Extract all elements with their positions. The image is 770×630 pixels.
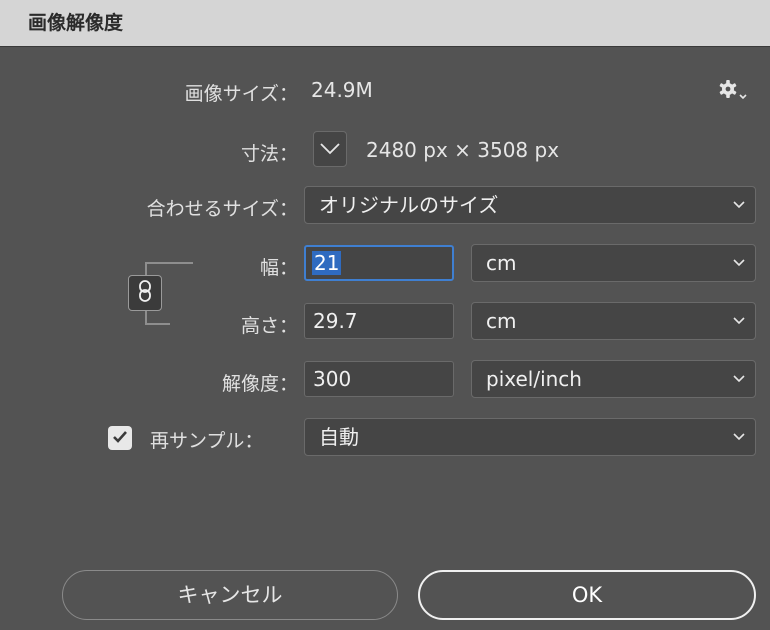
image-size-value: 24.9M: [311, 78, 373, 102]
chevron-down-icon: [731, 361, 747, 397]
chevron-down-icon: [731, 303, 747, 339]
fit-to-value: オリジナルのサイズ: [319, 193, 499, 217]
resample-checkbox[interactable]: [108, 426, 132, 450]
resample-value: 自動: [319, 425, 359, 449]
link-bracket-top: [145, 262, 193, 264]
width-label: 幅：: [259, 257, 298, 279]
checkmark-icon: [112, 429, 128, 448]
chevron-down-icon: [731, 419, 747, 455]
cancel-button[interactable]: キャンセル: [62, 570, 398, 620]
link-bracket-top-vertical: [145, 262, 147, 275]
link-icon: [138, 280, 152, 306]
link-bracket-bottom: [145, 323, 170, 325]
chevron-down-icon: [731, 245, 747, 281]
width-unit-select[interactable]: cm: [471, 244, 756, 282]
resample-label: 再サンプル：: [150, 430, 264, 452]
dimensions-label: 寸法：: [240, 143, 298, 165]
constrain-proportions-button[interactable]: [128, 275, 162, 311]
dimensions-value: 2480 px × 3508 px: [366, 138, 560, 162]
resolution-unit-select[interactable]: pixel/inch: [471, 360, 756, 398]
width-value: 21: [312, 251, 342, 275]
resample-select[interactable]: 自動: [304, 418, 756, 456]
gear-icon[interactable]: [716, 78, 750, 102]
width-input[interactable]: 21: [304, 245, 454, 281]
height-label: 高さ：: [240, 315, 298, 337]
resolution-label: 解像度：: [221, 373, 298, 395]
fit-to-select[interactable]: オリジナルのサイズ: [304, 186, 756, 224]
chevron-down-icon: [320, 140, 340, 159]
resolution-input[interactable]: 300: [304, 361, 454, 397]
height-unit-value: cm: [486, 309, 517, 333]
width-unit-value: cm: [486, 251, 517, 275]
title-bar: 画像解像度: [0, 0, 770, 47]
image-size-label: 画像サイズ：: [184, 83, 298, 105]
height-value: 29.7: [313, 309, 358, 333]
resolution-unit-value: pixel/inch: [486, 367, 582, 391]
ok-button[interactable]: OK: [418, 570, 756, 620]
dimensions-toggle[interactable]: [313, 131, 347, 167]
height-unit-select[interactable]: cm: [471, 302, 756, 340]
dialog-title: 画像解像度: [28, 12, 124, 34]
chevron-down-icon: [731, 187, 747, 223]
fit-to-label: 合わせるサイズ：: [146, 198, 298, 220]
height-input[interactable]: 29.7: [304, 303, 454, 339]
resolution-value: 300: [313, 367, 352, 391]
